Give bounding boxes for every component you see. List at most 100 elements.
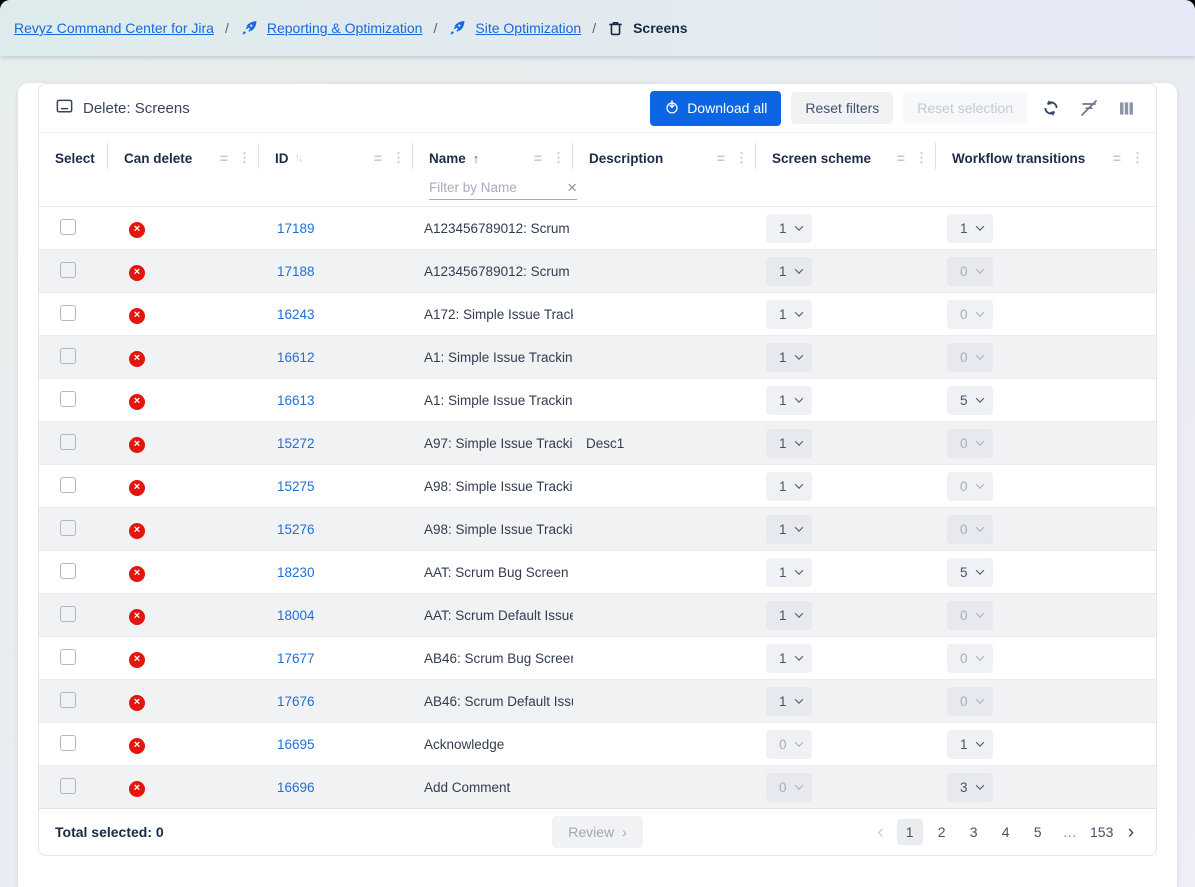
filter-off-icon[interactable]	[1075, 94, 1103, 122]
column-menu-icon[interactable]: ⋮	[238, 150, 251, 166]
row-id-link[interactable]: 17676	[277, 694, 315, 709]
row-id-link[interactable]: 16696	[277, 780, 315, 795]
chevron-down-icon	[975, 352, 983, 360]
row-checkbox[interactable]	[60, 305, 76, 321]
workflow-transitions-dropdown[interactable]: 0	[947, 429, 993, 458]
row-id-link[interactable]: 17677	[277, 651, 315, 666]
filter-icon[interactable]: =	[897, 150, 905, 166]
row-id-link[interactable]: 18004	[277, 608, 315, 623]
workflow-transitions-dropdown[interactable]: 1	[947, 214, 993, 243]
screen-scheme-dropdown[interactable]: 1	[766, 300, 812, 329]
workflow-transitions-dropdown[interactable]: 0	[947, 257, 993, 286]
row-name: A98: Simple Issue Tracking C	[413, 479, 573, 494]
workflow-transitions-dropdown[interactable]: 0	[947, 300, 993, 329]
column-menu-icon[interactable]: ⋮	[915, 150, 928, 166]
row-checkbox[interactable]	[60, 692, 76, 708]
chevron-down-icon	[794, 653, 802, 661]
row-id-link[interactable]: 16695	[277, 737, 315, 752]
table-row: ×18004AAT: Scrum Default Issue Sc10	[39, 593, 1156, 636]
workflow-transitions-dropdown[interactable]: 1	[947, 730, 993, 759]
row-id-link[interactable]: 16243	[277, 307, 315, 322]
screen-scheme-dropdown[interactable]: 1	[766, 644, 812, 673]
column-menu-icon[interactable]: ⋮	[1131, 150, 1144, 166]
row-name: AAT: Scrum Default Issue Sc	[413, 608, 573, 623]
workflow-transitions-dropdown[interactable]: 0	[947, 343, 993, 372]
screen-scheme-dropdown[interactable]: 1	[766, 687, 812, 716]
filter-icon[interactable]: =	[220, 150, 228, 166]
breadcrumb-link-site-optimization[interactable]: Site Optimization	[475, 20, 581, 36]
screen-scheme-dropdown[interactable]: 1	[766, 429, 812, 458]
column-menu-icon[interactable]: ⋮	[392, 150, 405, 166]
row-id-link[interactable]: 17188	[277, 264, 315, 279]
row-checkbox[interactable]	[60, 219, 76, 235]
pagination-page[interactable]: 4	[993, 819, 1019, 845]
screen-scheme-dropdown[interactable]: 1	[766, 558, 812, 587]
row-checkbox[interactable]	[60, 778, 76, 794]
screen-scheme-dropdown[interactable]: 1	[766, 515, 812, 544]
breadcrumb-link-revyz[interactable]: Revyz Command Center for Jira	[14, 20, 214, 36]
screen-scheme-dropdown[interactable]: 1	[766, 257, 812, 286]
reset-filters-button[interactable]: Reset filters	[791, 92, 893, 124]
filter-icon[interactable]: =	[1113, 150, 1121, 166]
screen-scheme-dropdown[interactable]: 0	[766, 773, 812, 802]
pagination-prev-icon[interactable]: ‹	[871, 823, 889, 842]
workflow-transitions-dropdown[interactable]: 5	[947, 386, 993, 415]
screen-scheme-dropdown[interactable]: 1	[766, 214, 812, 243]
screen-scheme-dropdown[interactable]: 1	[766, 472, 812, 501]
workflow-transitions-dropdown[interactable]: 0	[947, 644, 993, 673]
sort-icon[interactable]: ↑↓	[295, 152, 302, 164]
row-checkbox[interactable]	[60, 477, 76, 493]
chevron-down-icon	[975, 610, 983, 618]
filter-icon[interactable]: =	[717, 150, 725, 166]
row-id-link[interactable]: 15276	[277, 522, 315, 537]
filter-icon[interactable]: =	[374, 150, 382, 166]
row-id-link[interactable]: 17189	[277, 221, 315, 236]
sort-ascending-icon[interactable]: ↑	[473, 151, 480, 166]
pagination-page[interactable]: 1	[897, 819, 923, 845]
pagination-next-icon[interactable]: ›	[1122, 823, 1140, 842]
row-checkbox[interactable]	[60, 649, 76, 665]
pagination-page[interactable]: 153	[1089, 819, 1115, 845]
row-checkbox[interactable]	[60, 606, 76, 622]
row-id-link[interactable]: 18230	[277, 565, 315, 580]
column-menu-icon[interactable]: ⋮	[552, 150, 565, 166]
chevron-down-icon	[794, 309, 802, 317]
row-checkbox[interactable]	[60, 348, 76, 364]
workflow-transitions-dropdown[interactable]: 0	[947, 515, 993, 544]
filter-icon[interactable]: =	[534, 150, 542, 166]
column-menu-icon[interactable]: ⋮	[735, 150, 748, 166]
columns-icon[interactable]	[1113, 95, 1140, 122]
refresh-icon[interactable]	[1037, 94, 1065, 122]
row-id-link[interactable]: 15275	[277, 479, 315, 494]
pagination-page[interactable]: 2	[929, 819, 955, 845]
workflow-transitions-dropdown[interactable]: 3	[947, 773, 993, 802]
row-checkbox[interactable]	[60, 563, 76, 579]
name-filter-input[interactable]	[429, 180, 567, 195]
column-header-description: Description =⋮	[573, 141, 756, 206]
chevron-down-icon	[975, 266, 983, 274]
row-checkbox[interactable]	[60, 520, 76, 536]
workflow-transitions-dropdown[interactable]: 0	[947, 601, 993, 630]
screen-scheme-dropdown[interactable]: 0	[766, 730, 812, 759]
row-name: AB46: Scrum Default Issue S	[413, 694, 573, 709]
row-id-link[interactable]: 15272	[277, 436, 315, 451]
row-checkbox[interactable]	[60, 434, 76, 450]
screen-scheme-dropdown[interactable]: 1	[766, 601, 812, 630]
workflow-transitions-dropdown[interactable]: 5	[947, 558, 993, 587]
pagination-page[interactable]: 3	[961, 819, 987, 845]
row-id-link[interactable]: 16613	[277, 393, 315, 408]
row-checkbox[interactable]	[60, 262, 76, 278]
screen-scheme-dropdown[interactable]: 1	[766, 343, 812, 372]
workflow-transitions-dropdown[interactable]: 0	[947, 687, 993, 716]
pagination-page[interactable]: 5	[1025, 819, 1051, 845]
row-checkbox[interactable]	[60, 391, 76, 407]
workflow-transitions-dropdown[interactable]: 0	[947, 472, 993, 501]
cannot-delete-icon: ×	[129, 523, 145, 539]
row-checkbox[interactable]	[60, 735, 76, 751]
breadcrumb-link-reporting[interactable]: Reporting & Optimization	[267, 20, 423, 36]
screen-scheme-dropdown[interactable]: 1	[766, 386, 812, 415]
row-id-link[interactable]: 16612	[277, 350, 315, 365]
review-button[interactable]: Review›	[552, 816, 643, 848]
download-all-button[interactable]: Download all	[650, 91, 781, 126]
reset-selection-button[interactable]: Reset selection	[903, 92, 1027, 124]
